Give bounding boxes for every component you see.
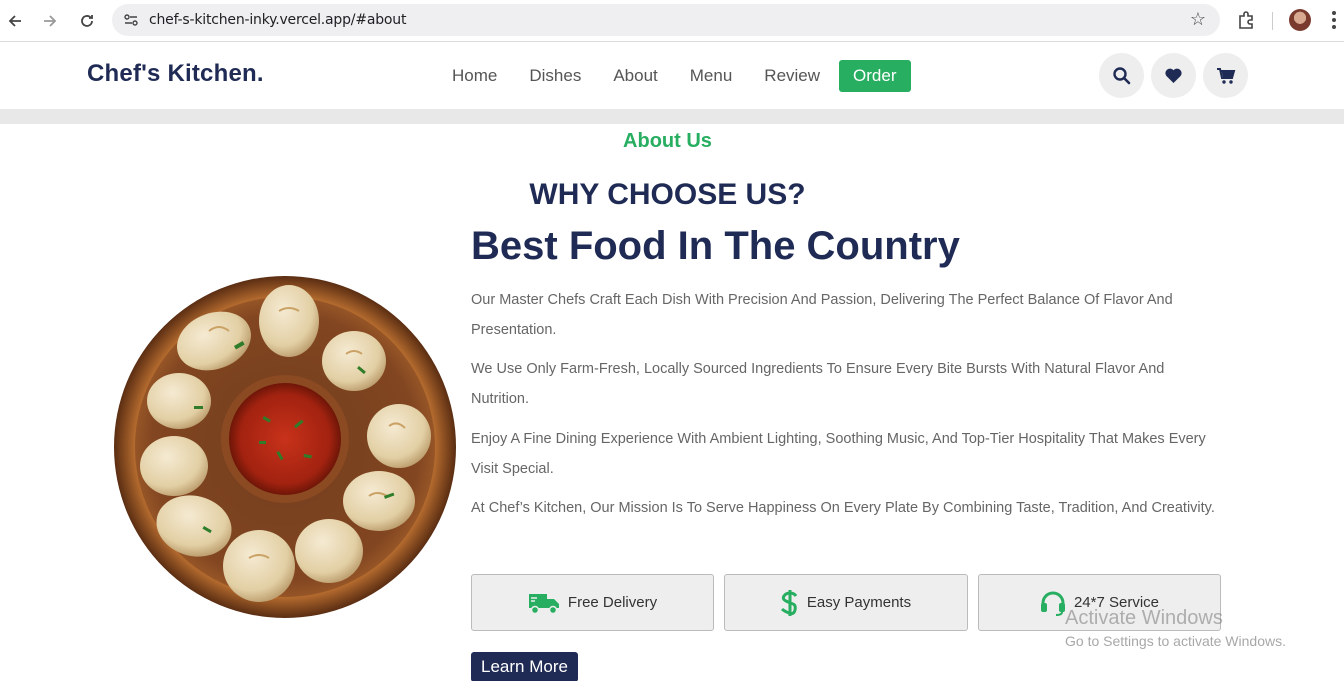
learn-more-button[interactable]: Learn More xyxy=(471,652,578,681)
order-button[interactable]: Order xyxy=(839,60,911,92)
about-paragraph: At Chef’s Kitchen, Our Mission Is To Ser… xyxy=(471,500,1215,516)
activate-windows-watermark: Activate Windows xyxy=(1065,607,1223,629)
forward-arrow-icon[interactable] xyxy=(38,9,62,33)
about-paragraph: Our Master Chefs Craft Each Dish With Pr… xyxy=(471,292,1173,338)
feature-label: Easy Payments xyxy=(806,594,912,611)
browser-menu-icon[interactable] xyxy=(1332,9,1336,31)
about-paragraph: We Use Only Farm-Fresh, Locally Sourced … xyxy=(471,361,1165,407)
wishlist-button[interactable] xyxy=(1151,53,1196,98)
about-title: Best Food In The Country xyxy=(471,224,960,268)
nav-home-link[interactable]: Home xyxy=(452,60,497,92)
section-label: About Us xyxy=(623,130,712,152)
site-header: Chef's Kitchen. Home Dishes About Menu R… xyxy=(0,43,1344,109)
toolbar-separator xyxy=(1272,12,1273,30)
bookmark-star-icon[interactable]: ☆ xyxy=(1190,9,1206,30)
nav-menu-link[interactable]: Menu xyxy=(690,60,733,92)
header-divider xyxy=(0,109,1344,124)
momos-dish-image xyxy=(114,276,456,618)
search-button[interactable] xyxy=(1099,53,1144,98)
extensions-icon[interactable] xyxy=(1235,9,1257,31)
address-bar[interactable]: chef-s-kitchen-inky.vercel.app/#about ☆ xyxy=(112,4,1220,36)
activate-windows-hint: Go to Settings to activate Windows. xyxy=(1065,633,1286,649)
site-logo[interactable]: Chef's Kitchen. xyxy=(87,60,264,88)
site-settings-icon[interactable] xyxy=(122,11,140,29)
feature-free-delivery: Free Delivery xyxy=(471,574,714,631)
profile-avatar[interactable] xyxy=(1289,9,1311,31)
nav-dishes-link[interactable]: Dishes xyxy=(529,60,581,92)
search-icon xyxy=(1112,66,1130,84)
back-arrow-icon[interactable] xyxy=(3,9,27,33)
reload-icon[interactable] xyxy=(75,9,99,33)
browser-toolbar: chef-s-kitchen-inky.vercel.app/#about ☆ xyxy=(0,0,1344,42)
feature-label: Free Delivery xyxy=(567,594,658,611)
feature-easy-payments: Easy Payments xyxy=(724,574,968,631)
cart-icon xyxy=(1216,67,1235,84)
about-paragraph: Enjoy A Fine Dining Experience With Ambi… xyxy=(471,431,1206,477)
headset-icon xyxy=(1040,591,1065,616)
section-heading: WHY CHOOSE US? xyxy=(529,178,806,211)
main-nav: Home Dishes About Menu Review Order xyxy=(452,60,943,92)
cart-button[interactable] xyxy=(1203,53,1248,98)
dollar-icon xyxy=(780,589,798,616)
delivery-truck-icon xyxy=(528,593,559,614)
nav-about-link[interactable]: About xyxy=(613,60,657,92)
url-text[interactable]: chef-s-kitchen-inky.vercel.app/#about xyxy=(149,12,406,28)
heart-icon xyxy=(1165,68,1182,84)
nav-review-link[interactable]: Review xyxy=(764,60,820,92)
